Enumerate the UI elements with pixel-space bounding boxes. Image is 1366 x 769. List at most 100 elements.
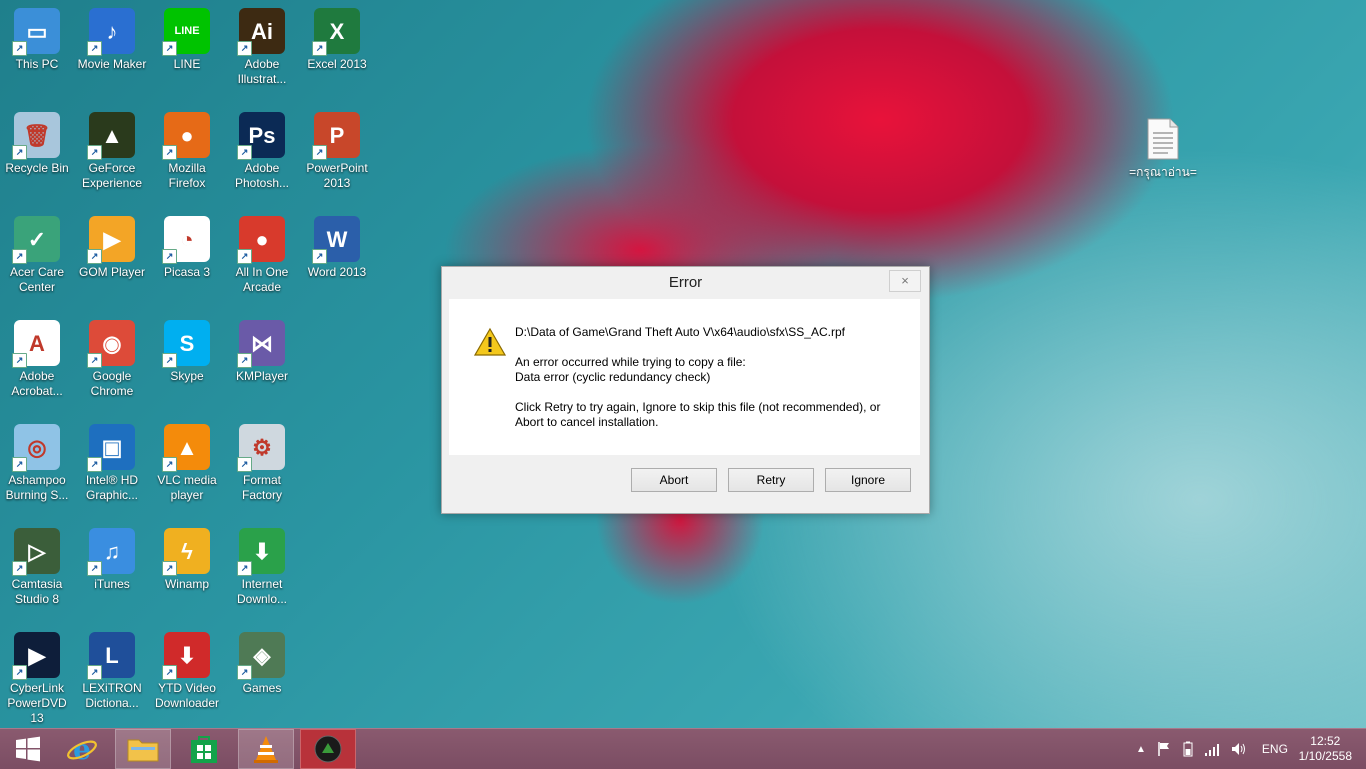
app-glyph: ▲ bbox=[101, 122, 123, 148]
desktop-icon-label: Recycle Bin bbox=[5, 161, 69, 175]
shortcut-arrow-icon: ↗ bbox=[12, 41, 27, 56]
desktop-icon-internet-downlo[interactable]: ⬇ ↗ Internet Downlo... bbox=[225, 520, 299, 607]
desktop-icon-powerpoint-2013[interactable]: P ↗ PowerPoint 2013 bbox=[300, 104, 374, 191]
desktop-icon-cyberlink-powerdvd-13[interactable]: ▶ ↗ CyberLink PowerDVD 13 bbox=[0, 624, 74, 726]
hint-line-1: Click Retry to try again, Ignore to skip… bbox=[515, 400, 881, 414]
desktop-icon-label: Picasa 3 bbox=[163, 265, 211, 279]
desktop-icon-acer-care-center[interactable]: ✓ ↗ Acer Care Center bbox=[0, 208, 74, 295]
taskbar-clock[interactable]: 12:52 1/10/2558 bbox=[1299, 734, 1352, 764]
shortcut-arrow-icon: ↗ bbox=[162, 353, 177, 368]
taskbar-store[interactable] bbox=[176, 729, 232, 769]
dialog-footer: Abort Retry Ignore bbox=[449, 455, 920, 505]
desktop-icon-format-factory[interactable]: ⚙ ↗ Format Factory bbox=[225, 416, 299, 503]
vlc-cone-icon bbox=[254, 736, 278, 763]
app-glyph: Ai bbox=[251, 18, 273, 44]
desktop-icon-label: Adobe Photosh... bbox=[234, 161, 290, 190]
app-glyph: ♫ bbox=[103, 538, 121, 564]
shortcut-arrow-icon: ↗ bbox=[237, 457, 252, 472]
app-glyph: ϟ bbox=[181, 538, 193, 564]
app-icon: ▷ ↗ bbox=[12, 528, 60, 576]
taskbar-internet-explorer[interactable]: e bbox=[54, 729, 110, 769]
desktop-icon-kmplayer[interactable]: ⋈ ↗ KMPlayer bbox=[225, 312, 299, 384]
dialog-message: D:\Data of Game\Grand Theft Auto V\x64\a… bbox=[515, 325, 880, 445]
desktop-icon-label: Google Chrome bbox=[90, 369, 134, 398]
store-icon bbox=[191, 736, 217, 763]
app-glyph: ⚙ bbox=[252, 434, 272, 460]
shortcut-arrow-icon: ↗ bbox=[237, 249, 252, 264]
close-icon: × bbox=[901, 273, 909, 288]
desktop-icon-label: Adobe Illustrat... bbox=[237, 57, 287, 86]
desktop-file-readme[interactable]: =กรุณาอ่าน= bbox=[1124, 108, 1202, 180]
windows-logo-icon bbox=[16, 736, 40, 762]
desktop-icon-label: iTunes bbox=[94, 577, 130, 591]
app-icon: L ↗ bbox=[87, 632, 135, 680]
start-button[interactable] bbox=[0, 729, 56, 769]
desktop-icon-adobe-illustrat[interactable]: Ai ↗ Adobe Illustrat... bbox=[225, 0, 299, 87]
action-center-flag-icon[interactable] bbox=[1156, 741, 1172, 757]
text-file-icon bbox=[1140, 116, 1186, 162]
desktop-icon-line[interactable]: LINE ↗ LINE bbox=[150, 0, 224, 72]
desktop-icon-this-pc[interactable]: ▭ ↗ This PC bbox=[0, 0, 74, 72]
desktop-icon-label: Skype bbox=[170, 369, 204, 383]
clock-time: 12:52 bbox=[1310, 734, 1341, 748]
app-glyph: W bbox=[326, 226, 348, 252]
app-icon: 🗑 ↗ bbox=[12, 112, 60, 160]
input-language[interactable]: ENG bbox=[1262, 742, 1288, 756]
volume-icon[interactable] bbox=[1230, 741, 1248, 757]
desktop-icon-word-2013[interactable]: W ↗ Word 2013 bbox=[300, 208, 374, 280]
retry-button[interactable]: Retry bbox=[728, 468, 814, 492]
app-icon: ◈ ↗ bbox=[237, 632, 285, 680]
desktop-icon-label: Mozilla Firefox bbox=[168, 161, 206, 190]
app-glyph: ▭ bbox=[26, 18, 48, 44]
network-signal-icon[interactable] bbox=[1204, 741, 1222, 757]
desktop-icon-games[interactable]: ◈ ↗ Games bbox=[225, 624, 299, 696]
desktop-icon-vlc-media-player[interactable]: ▲ ↗ VLC media player bbox=[150, 416, 224, 503]
desktop-icon-ashampoo-burning-s[interactable]: ◎ ↗ Ashampoo Burning S... bbox=[0, 416, 74, 503]
desktop-icon-movie-maker[interactable]: ♪ ↗ Movie Maker bbox=[75, 0, 149, 72]
taskbar-vlc[interactable] bbox=[238, 729, 294, 769]
desktop-icon-skype[interactable]: S ↗ Skype bbox=[150, 312, 224, 384]
dialog-titlebar[interactable]: Error × bbox=[442, 267, 929, 299]
dialog-close-button[interactable]: × bbox=[889, 270, 921, 292]
app-glyph: ▷ bbox=[28, 538, 46, 564]
desktop-icon-adobe-photosh[interactable]: Ps ↗ Adobe Photosh... bbox=[225, 104, 299, 191]
app-glyph: X bbox=[329, 18, 345, 44]
taskbar-gta-installer[interactable] bbox=[300, 729, 356, 769]
app-icon: ▲ ↗ bbox=[162, 424, 210, 472]
desktop-icon-label: Ashampoo Burning S... bbox=[5, 473, 69, 502]
desktop-icon-label: Word 2013 bbox=[307, 265, 367, 279]
desktop-icon-gom-player[interactable]: ▶ ↗ GOM Player bbox=[75, 208, 149, 280]
battery-icon[interactable] bbox=[1180, 741, 1196, 757]
app-glyph: ▣ bbox=[101, 434, 123, 460]
desktop-icon-mozilla-firefox[interactable]: ● ↗ Mozilla Firefox bbox=[150, 104, 224, 191]
shortcut-arrow-icon: ↗ bbox=[12, 249, 27, 264]
ignore-button[interactable]: Ignore bbox=[825, 468, 911, 492]
desktop-icon-picasa-3[interactable]: ◔ ↗ Picasa 3 bbox=[150, 208, 224, 280]
app-icon: ⬇ ↗ bbox=[162, 632, 210, 680]
taskbar-file-explorer[interactable] bbox=[115, 729, 171, 769]
desktop-icon-google-chrome[interactable]: ◉ ↗ Google Chrome bbox=[75, 312, 149, 399]
shortcut-arrow-icon: ↗ bbox=[312, 145, 327, 160]
desktop-icon-geforce-experience[interactable]: ▲ ↗ GeForce Experience bbox=[75, 104, 149, 191]
abort-button[interactable]: Abort bbox=[631, 468, 717, 492]
shortcut-arrow-icon: ↗ bbox=[162, 145, 177, 160]
desktop-icon-lexitron-dictiona[interactable]: L ↗ LEXiTRON Dictiona... bbox=[75, 624, 149, 711]
app-icon: A ↗ bbox=[12, 320, 60, 368]
shortcut-arrow-icon: ↗ bbox=[12, 353, 27, 368]
desktop-icon-excel-2013[interactable]: X ↗ Excel 2013 bbox=[300, 0, 374, 72]
app-glyph: LINE bbox=[174, 24, 200, 37]
tray-show-hidden-icon[interactable]: ▲ bbox=[1136, 744, 1146, 755]
desktop-icon-intel-hd-graphic[interactable]: ▣ ↗ Intel® HD Graphic... bbox=[75, 416, 149, 503]
desktop-icon-winamp[interactable]: ϟ ↗ Winamp bbox=[150, 520, 224, 592]
app-glyph: ◎ bbox=[27, 434, 47, 460]
desktop-icon-itunes[interactable]: ♫ ↗ iTunes bbox=[75, 520, 149, 592]
system-tray: ▲ ENG bbox=[1136, 729, 1288, 769]
desktop-icon-adobe-acrobat[interactable]: A ↗ Adobe Acrobat... bbox=[0, 312, 74, 399]
shortcut-arrow-icon: ↗ bbox=[162, 41, 177, 56]
desktop-icon-label: Movie Maker bbox=[77, 57, 147, 71]
desktop-icon-label: Winamp bbox=[164, 577, 209, 591]
desktop-icon-all-in-one-arcade[interactable]: ● ↗ All In One Arcade bbox=[225, 208, 299, 295]
desktop-icon-recycle-bin[interactable]: 🗑 ↗ Recycle Bin bbox=[0, 104, 74, 176]
desktop-icon-camtasia-studio-8[interactable]: ▷ ↗ Camtasia Studio 8 bbox=[0, 520, 74, 607]
desktop-icon-ytd-video-downloader[interactable]: ⬇ ↗ YTD Video Downloader bbox=[150, 624, 224, 711]
